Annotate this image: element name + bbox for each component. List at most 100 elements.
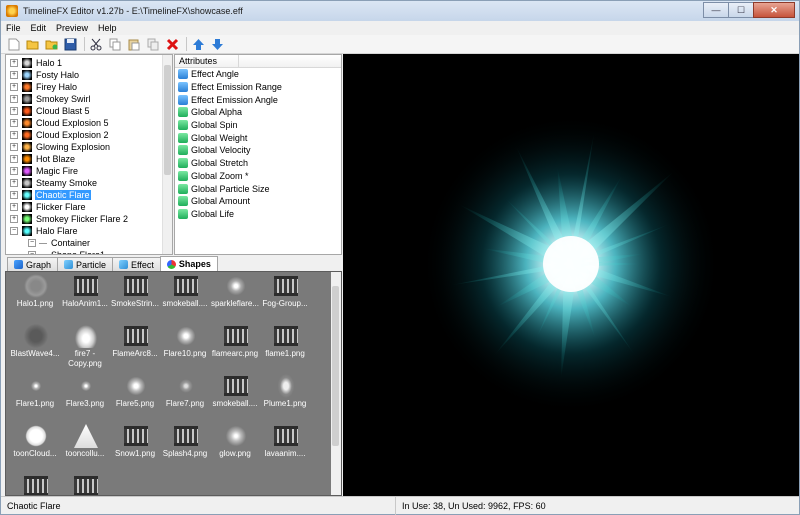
tree-scroll-thumb[interactable] (164, 65, 171, 175)
attribute-item[interactable]: Effect Angle (175, 68, 341, 81)
shape-item[interactable]: BlastWave4... (10, 322, 60, 370)
expand-icon[interactable]: + (10, 107, 18, 115)
expand-icon[interactable]: + (10, 179, 18, 187)
tree-item[interactable]: + Magic Fire (6, 165, 79, 177)
tree-item[interactable]: + Smokey Flicker Flare 2 (6, 213, 129, 225)
tree-item[interactable]: + Cloud Blast 5 (6, 105, 91, 117)
tree-item[interactable]: + Cloud Explosion 5 (6, 117, 110, 129)
expand-icon[interactable]: + (10, 71, 18, 79)
tab-effect[interactable]: Effect (112, 257, 161, 271)
cut-icon[interactable] (88, 36, 105, 53)
shape-item[interactable]: lavaanim.... (260, 422, 310, 470)
attribute-item[interactable]: Global Zoom * (175, 170, 341, 183)
move-down-icon[interactable] (209, 36, 226, 53)
shape-item[interactable]: HaloAnim1... (60, 272, 110, 320)
shape-item[interactable]: flamearc.png (210, 322, 260, 370)
tab-graph[interactable]: Graph (7, 257, 59, 271)
attribute-item[interactable]: Global Particle Size (175, 182, 341, 195)
minimize-button[interactable]: — (703, 2, 729, 18)
shape-item[interactable]: fire7 - Copy.png (60, 322, 110, 370)
attribute-item[interactable]: Global Velocity (175, 144, 341, 157)
tree-item[interactable]: − Container (6, 237, 91, 249)
tab-shapes[interactable]: Shapes (159, 256, 218, 271)
tree-item[interactable]: − Halo Flare (6, 225, 79, 237)
shape-item[interactable]: toonCloud... (10, 422, 60, 470)
expand-icon[interactable]: + (10, 215, 18, 223)
effect-preview[interactable] (343, 54, 799, 496)
shape-item[interactable]: tooncollu... (60, 422, 110, 470)
shapes-scrollbar[interactable] (331, 272, 341, 495)
attribute-item[interactable]: Global Life (175, 208, 341, 221)
tree-item[interactable]: + Steamy Smoke (6, 177, 98, 189)
save-icon[interactable] (62, 36, 79, 53)
expand-icon[interactable]: + (10, 143, 18, 151)
expand-icon[interactable]: + (10, 95, 18, 103)
expand-icon[interactable]: + (10, 167, 18, 175)
shape-item[interactable]: sparkleflare... (210, 272, 260, 320)
tab-particle[interactable]: Particle (57, 257, 114, 271)
shape-item[interactable]: Flare5.png (110, 372, 160, 420)
menu-preview[interactable]: Preview (51, 23, 93, 33)
shape-item[interactable] (60, 472, 110, 495)
collapse-icon[interactable]: − (28, 239, 36, 247)
expand-icon[interactable]: + (10, 119, 18, 127)
attribute-item[interactable]: Global Stretch (175, 157, 341, 170)
shape-item[interactable]: glow.png (210, 422, 260, 470)
tree-item[interactable]: + Halo 1 (6, 57, 63, 69)
shape-item[interactable]: smokeball.... (210, 372, 260, 420)
tree-item[interactable]: + Smokey Swirl (6, 93, 92, 105)
close-button[interactable]: ✕ (753, 2, 795, 18)
menu-file[interactable]: File (1, 23, 26, 33)
shape-item[interactable]: Halo1.png (10, 272, 60, 320)
shape-item[interactable]: Splash4.png (160, 422, 210, 470)
tree-item[interactable]: + Fosty Halo (6, 69, 80, 81)
shape-item[interactable]: Flare1.png (10, 372, 60, 420)
shape-item[interactable]: Flare3.png (60, 372, 110, 420)
shape-item[interactable]: SmokeStrin... (110, 272, 160, 320)
expand-icon[interactable]: + (10, 59, 18, 67)
delete-icon[interactable] (164, 36, 181, 53)
tree-item[interactable]: + Cloud Explosion 2 (6, 129, 110, 141)
expand-icon[interactable]: + (10, 191, 18, 199)
attribute-item[interactable]: Global Amount (175, 195, 341, 208)
tree-item[interactable]: + Firey Halo (6, 81, 78, 93)
new-file-icon[interactable] (5, 36, 22, 53)
tree-item[interactable]: + Chaotic Flare (6, 189, 91, 201)
expand-icon[interactable]: + (10, 83, 18, 91)
shape-item[interactable]: Flare7.png (160, 372, 210, 420)
shape-item[interactable]: flame1.png (260, 322, 310, 370)
menu-edit[interactable]: Edit (26, 23, 52, 33)
collapse-icon[interactable]: − (10, 227, 18, 235)
shapes-scroll-thumb[interactable] (332, 286, 339, 446)
tree-scrollbar[interactable] (162, 55, 172, 254)
shape-item[interactable]: Fog-Group... (260, 272, 310, 320)
attribute-item[interactable]: Global Spin (175, 119, 341, 132)
tree-item[interactable]: − Shape Flare1 (6, 249, 106, 254)
duplicate-icon[interactable] (145, 36, 162, 53)
import-icon[interactable] (43, 36, 60, 53)
maximize-button[interactable]: ☐ (728, 2, 754, 18)
shape-item[interactable]: Plume1.png (260, 372, 310, 420)
effects-tree[interactable]: + Halo 1 + Fosty Halo + Firey Halo + Smokey Swi… (5, 54, 173, 255)
shape-item[interactable]: Flare10.png (160, 322, 210, 370)
tree-item[interactable]: + Hot Blaze (6, 153, 76, 165)
collapse-icon[interactable]: − (28, 251, 36, 254)
expand-icon[interactable]: + (10, 131, 18, 139)
attribute-item[interactable]: Effect Emission Angle (175, 93, 341, 106)
shape-item[interactable]: smokeball.... (160, 272, 210, 320)
tree-item[interactable]: + Flicker Flare (6, 201, 87, 213)
tree-item[interactable]: + Glowing Explosion (6, 141, 111, 153)
expand-icon[interactable]: + (10, 203, 18, 211)
open-folder-icon[interactable] (24, 36, 41, 53)
shape-item[interactable]: Snow1.png (110, 422, 160, 470)
attribute-item[interactable]: Global Weight (175, 131, 341, 144)
expand-icon[interactable]: + (10, 155, 18, 163)
menu-help[interactable]: Help (93, 23, 122, 33)
move-up-icon[interactable] (190, 36, 207, 53)
shape-item[interactable] (10, 472, 60, 495)
shape-item[interactable]: FlameArc8... (110, 322, 160, 370)
copy-icon[interactable] (107, 36, 124, 53)
paste-icon[interactable] (126, 36, 143, 53)
attribute-item[interactable]: Effect Emission Range (175, 81, 341, 94)
attribute-item[interactable]: Global Alpha (175, 106, 341, 119)
